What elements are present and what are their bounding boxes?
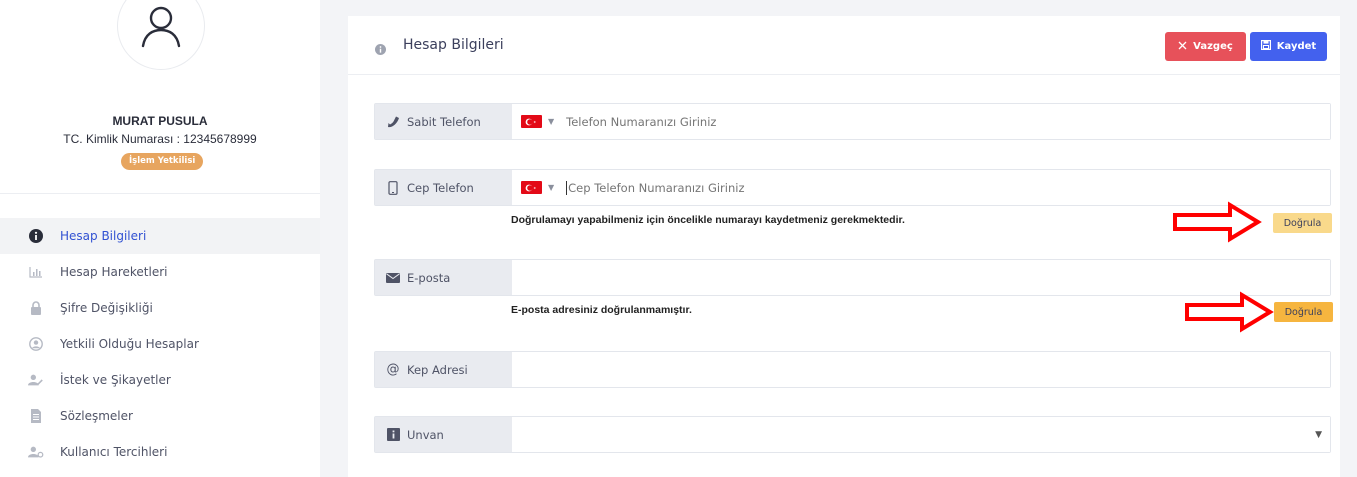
sidebar: MURAT PUSULA TC. Kimlik Numarası : 12345… xyxy=(0,0,320,477)
title-label-text: Unvan xyxy=(407,427,444,442)
mobile-label: Cep Telefon xyxy=(375,170,512,205)
verify-mobile-button[interactable]: Doğrula xyxy=(1273,213,1332,233)
sidebar-item-istek-sikayetler[interactable]: İstek ve Şikayetler xyxy=(0,362,320,398)
sidebar-item-kullanici-tercihleri[interactable]: Kullanıcı Tercihleri xyxy=(0,434,320,470)
landline-input[interactable] xyxy=(566,114,1330,129)
landline-input-wrap: ▼ xyxy=(512,104,1330,139)
kep-input[interactable] xyxy=(521,362,1330,377)
id-card-icon xyxy=(385,427,401,443)
sidebar-item-label: Hesap Bilgileri xyxy=(60,229,147,243)
user-icon xyxy=(141,6,181,48)
lock-icon xyxy=(28,300,44,316)
sidebar-item-hesap-hareketleri[interactable]: Hesap Hareketleri xyxy=(0,254,320,290)
sidebar-item-sifre-degisikligi[interactable]: Şifre Değişikliği xyxy=(0,290,320,326)
annotation-arrow-icon xyxy=(1173,201,1262,243)
email-input[interactable] xyxy=(521,270,1330,285)
document-icon xyxy=(28,408,44,424)
sidebar-item-yetkili-hesaplar[interactable]: Yetkili Olduğu Hesaplar xyxy=(0,326,320,362)
sidebar-item-label: Yetkili Olduğu Hesaplar xyxy=(60,337,199,351)
info-icon xyxy=(375,40,386,59)
text-cursor xyxy=(566,180,568,195)
sidebar-item-label: Kullanıcı Tercihleri xyxy=(60,445,168,459)
user-settings-icon xyxy=(28,444,44,460)
sidebar-item-label: Şifre Değişikliği xyxy=(60,301,153,315)
user-name: MURAT PUSULA xyxy=(112,114,208,128)
kep-label-text: Kep Adresi xyxy=(407,362,468,377)
kep-input-wrap xyxy=(512,352,1330,387)
landline-label: Sabit Telefon xyxy=(375,104,512,139)
turkey-flag-icon[interactable] xyxy=(521,115,542,128)
turkey-flag-icon[interactable] xyxy=(521,181,542,194)
user-circle-icon xyxy=(28,336,44,352)
title-label: Unvan xyxy=(375,417,512,452)
mobile-input[interactable] xyxy=(568,180,1330,195)
email-label-text: E-posta xyxy=(407,270,451,285)
landline-field-group: Sabit Telefon ▼ xyxy=(374,103,1331,140)
kep-field-group: @ Kep Adresi xyxy=(374,351,1331,388)
phone-icon xyxy=(385,114,401,130)
sidebar-item-label: İstek ve Şikayetler xyxy=(60,373,171,387)
mobile-verify-note: Doğrulamayı yapabilmeniz için öncelikle … xyxy=(511,214,905,226)
landline-label-text: Sabit Telefon xyxy=(407,114,481,129)
bar-chart-icon xyxy=(28,264,44,280)
mobile-phone-icon xyxy=(385,180,401,196)
at-sign-icon: @ xyxy=(386,362,400,377)
country-dropdown-caret-icon[interactable]: ▼ xyxy=(548,117,554,126)
envelope-icon xyxy=(385,270,401,286)
save-button-label: Kaydet xyxy=(1276,41,1317,52)
title-select[interactable]: ▼ xyxy=(512,417,1330,452)
sidebar-item-label: Hesap Hareketleri xyxy=(60,265,168,279)
sidebar-item-sozlesmeler[interactable]: Sözleşmeler xyxy=(0,398,320,434)
annotation-arrow-icon xyxy=(1185,291,1274,333)
save-icon xyxy=(1260,40,1271,53)
email-verify-note: E-posta adresiniz doğrulanmamıştır. xyxy=(511,304,692,316)
chevron-down-icon: ▼ xyxy=(1315,430,1322,440)
sidebar-item-hesap-bilgileri[interactable]: Hesap Bilgileri xyxy=(0,218,320,254)
save-button[interactable]: Kaydet xyxy=(1250,32,1327,61)
email-label: E-posta xyxy=(375,260,512,295)
cancel-button-label: Vazgeç xyxy=(1193,41,1233,52)
avatar[interactable] xyxy=(117,0,205,70)
email-input-wrap xyxy=(512,260,1330,295)
page-title: Hesap Bilgileri xyxy=(403,37,504,53)
role-badge: İşlem Yetkilisi xyxy=(121,153,204,170)
kep-label: @ Kep Adresi xyxy=(375,352,512,387)
title-field-group: Unvan ▼ xyxy=(374,416,1331,453)
mobile-input-wrap: ▼ xyxy=(512,170,1330,205)
account-info-panel: Hesap Bilgileri Vazgeç Kaydet Sabit Tele… xyxy=(348,16,1340,477)
panel-header: Hesap Bilgileri Vazgeç Kaydet xyxy=(348,16,1340,75)
verify-email-button[interactable]: Doğrula xyxy=(1274,302,1333,322)
info-icon xyxy=(28,228,44,244)
country-dropdown-caret-icon[interactable]: ▼ xyxy=(548,183,554,192)
cancel-button[interactable]: Vazgeç xyxy=(1165,32,1246,61)
user-edit-icon xyxy=(28,372,44,388)
sidebar-divider xyxy=(0,193,320,194)
sidebar-item-label: Sözleşmeler xyxy=(60,409,133,423)
mobile-label-text: Cep Telefon xyxy=(407,180,474,195)
sidebar-menu: Hesap Bilgileri Hesap Hareketleri Şifre … xyxy=(0,218,320,470)
tc-identity-number: TC. Kimlik Numarası : 12345678999 xyxy=(63,132,257,146)
close-icon xyxy=(1178,41,1187,53)
